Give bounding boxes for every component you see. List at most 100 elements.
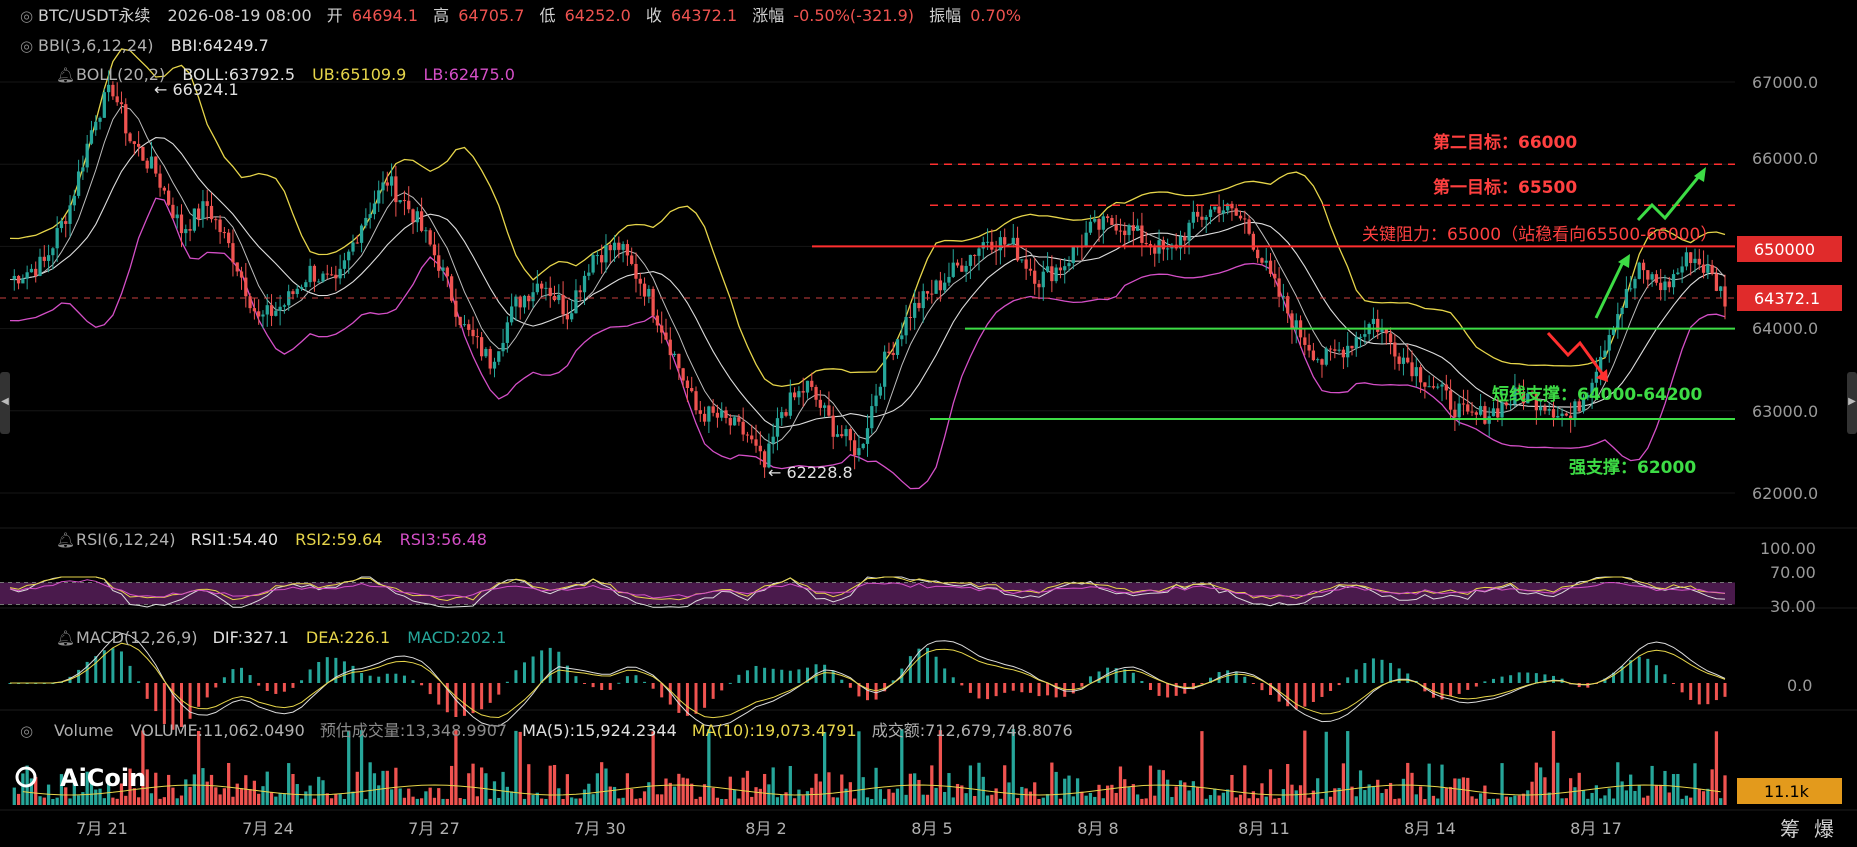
candle-body xyxy=(1427,386,1431,388)
volume-bar xyxy=(329,798,334,805)
candle-body xyxy=(471,329,475,337)
price-chart[interactable]: ◎ BTC/USDT永续 2026-08-19 08:00 开 64694.1 … xyxy=(0,0,1857,847)
candle-body xyxy=(1058,267,1063,271)
liquidation-button[interactable]: 爆 xyxy=(1814,817,1834,841)
volume-bar xyxy=(1470,796,1474,805)
bbi-value: BBI:64249.7 xyxy=(171,36,269,55)
candle-body xyxy=(895,339,900,355)
bbi-toggle-icon[interactable]: ◎ xyxy=(20,37,33,55)
candle-body xyxy=(1256,249,1260,259)
volume-bar xyxy=(162,797,166,805)
macd-histogram-bar xyxy=(548,647,552,683)
macd-histogram-bar xyxy=(1680,683,1684,693)
candle-body xyxy=(372,203,377,215)
candle-body xyxy=(1633,278,1637,289)
volume-bar xyxy=(1393,798,1397,805)
volume-bar xyxy=(136,797,141,805)
candle-body xyxy=(29,268,34,273)
volume-bar xyxy=(475,796,479,805)
macd-histogram-bar xyxy=(1466,683,1470,690)
left-collapse-handle[interactable]: ◀ xyxy=(0,372,10,434)
candle-body xyxy=(492,361,497,369)
macd-histogram-bar xyxy=(1003,683,1007,693)
price-tick: 62000.0 xyxy=(1752,484,1818,503)
candle-body xyxy=(308,265,312,283)
high-marker: ← 66924.1 xyxy=(154,80,239,99)
estimated-volume: 预估成交量:13,348.9907 xyxy=(320,721,507,740)
macd-histogram-bar xyxy=(1234,671,1238,683)
candle-body xyxy=(1371,318,1376,325)
candle-body xyxy=(947,276,951,283)
macd-histogram-bar xyxy=(94,656,98,683)
candle-body xyxy=(1191,211,1195,223)
macd-histogram-bar xyxy=(1354,669,1358,683)
volume-bar xyxy=(1144,798,1148,805)
candle-body xyxy=(1037,283,1041,288)
macd-histogram-bar xyxy=(119,651,123,683)
volume-bar xyxy=(1543,777,1547,805)
bell-icon[interactable]: 🔔︎ xyxy=(56,66,75,84)
candle-body xyxy=(368,214,372,218)
candle-body xyxy=(604,245,608,263)
candle-body xyxy=(1603,350,1607,357)
candle-body xyxy=(1067,263,1071,267)
candle-body xyxy=(951,262,955,277)
candle-body xyxy=(1723,286,1727,307)
volume-bar xyxy=(1457,778,1461,805)
macd-histogram-bar xyxy=(111,648,115,683)
dea-value: DEA:226.1 xyxy=(306,628,390,647)
volume-bar xyxy=(728,776,732,805)
chevron-right-icon: ▶ xyxy=(1848,396,1856,407)
volume-bar xyxy=(81,792,85,805)
strong-support-label: 强支撑：62000 xyxy=(1569,457,1696,478)
volume-bar xyxy=(1517,795,1521,805)
chips-button[interactable]: 筹 xyxy=(1780,817,1800,841)
volume-bar xyxy=(1208,795,1213,805)
volume-bar xyxy=(1436,798,1440,805)
candle-body xyxy=(818,399,822,408)
candle-body xyxy=(861,443,865,449)
volume-bar xyxy=(908,773,913,805)
volume-bar xyxy=(1131,784,1135,805)
volume-bar xyxy=(231,796,235,805)
right-collapse-handle[interactable]: ▶ xyxy=(1847,372,1857,434)
macd-histogram-bar xyxy=(831,670,835,683)
macd-histogram-bar xyxy=(325,657,329,683)
volume-toggle-icon[interactable]: ◎ xyxy=(20,722,33,740)
boll-ub: UB:65109.9 xyxy=(312,65,406,84)
candle-body xyxy=(1024,259,1028,269)
volume-bar xyxy=(467,773,471,805)
volume-bar xyxy=(192,774,196,805)
macd-dif-line xyxy=(10,632,1726,727)
macd-histogram-bar xyxy=(1346,677,1350,683)
volume-bar xyxy=(21,773,25,805)
macd-histogram-bar xyxy=(908,656,912,683)
volume-bar xyxy=(938,730,943,805)
volume-bar xyxy=(857,731,861,805)
candle-body xyxy=(1474,412,1478,415)
candle-body xyxy=(600,255,604,263)
volume-bar xyxy=(304,791,308,805)
bell-icon[interactable]: 🔔︎ xyxy=(56,531,75,549)
macd-histogram-bar xyxy=(1028,683,1032,693)
candle-body xyxy=(754,439,758,446)
volume-bar xyxy=(1101,798,1105,805)
bell-icon[interactable]: 🔔︎ xyxy=(56,629,75,647)
volume-bar xyxy=(1633,790,1637,805)
candle-body xyxy=(1135,225,1140,231)
candle-body xyxy=(16,275,21,284)
candle-body xyxy=(908,317,913,319)
volume-bar xyxy=(878,789,882,805)
volume-value: VOLUME:11,062.0490 xyxy=(131,721,305,740)
volume-bar xyxy=(990,794,994,805)
datetime: 2026-08-19 08:00 xyxy=(167,6,311,25)
macd-histogram-bar xyxy=(617,682,621,684)
candle-body xyxy=(102,92,106,118)
macd-histogram-bar xyxy=(154,683,158,712)
target1-label: 第一目标：65500 xyxy=(1433,177,1577,198)
candle-body xyxy=(218,219,222,233)
candle-body xyxy=(235,262,239,272)
candle-body xyxy=(792,392,797,398)
macd-histogram-bar xyxy=(308,669,312,683)
volume-bar xyxy=(171,787,175,805)
